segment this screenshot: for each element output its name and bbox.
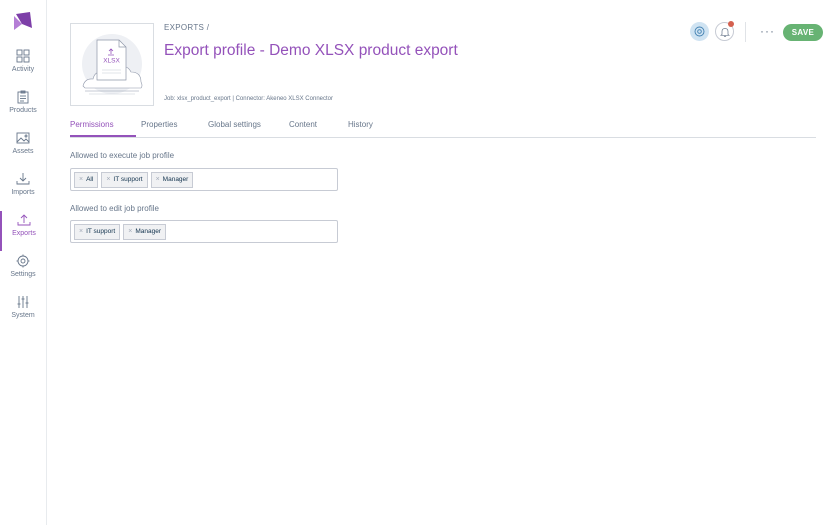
tab-history[interactable]: History — [348, 120, 373, 129]
tab-bar: Permissions Properties Global settings C… — [70, 118, 816, 138]
tab-properties[interactable]: Properties — [141, 120, 177, 129]
clipboard-icon — [17, 90, 29, 104]
role-chip: × Manager — [150, 171, 194, 188]
role-chip: × IT support — [74, 223, 121, 240]
image-icon — [16, 132, 30, 144]
chip-label: IT support — [86, 228, 116, 235]
notification-badge — [728, 21, 734, 27]
sidebar-item-settings[interactable]: Settings — [0, 252, 46, 292]
remove-icon[interactable]: × — [106, 176, 110, 183]
page-title: Export profile - Demo XLSX product expor… — [164, 42, 458, 59]
sidebar-item-label: Activity — [11, 66, 35, 73]
remove-icon[interactable]: × — [79, 176, 83, 183]
tab-global-settings[interactable]: Global settings — [208, 120, 261, 129]
sidebar-item-label: System — [11, 312, 35, 319]
sidebar-item-imports[interactable]: Imports — [0, 170, 46, 210]
remove-icon[interactable]: × — [156, 176, 160, 183]
sliders-icon — [17, 296, 29, 308]
import-icon — [16, 173, 30, 185]
execute-permission-label: Allowed to execute job profile — [70, 151, 175, 160]
sidebar-item-label: Settings — [10, 271, 36, 278]
grid-icon — [16, 49, 30, 63]
chip-label: Manager — [135, 228, 161, 235]
xlsx-file-illustration: XLSX — [82, 34, 143, 95]
export-profile-thumbnail: XLSX — [70, 23, 154, 106]
more-actions-button[interactable]: ··· — [760, 24, 775, 38]
active-tab-indicator — [70, 135, 136, 137]
akeneo-logo[interactable] — [12, 10, 34, 32]
edit-permission-label: Allowed to edit job profile — [70, 204, 159, 213]
help-icon — [694, 26, 705, 37]
role-chip: × IT support — [101, 171, 148, 188]
bell-icon — [719, 27, 730, 37]
export-icon — [17, 214, 31, 226]
tab-permissions[interactable]: Permissions — [70, 120, 114, 129]
sidebar-item-label: Imports — [11, 189, 35, 196]
sidebar-item-label: Exports — [12, 230, 36, 237]
chip-label: Manager — [162, 176, 189, 183]
role-chip: × All — [74, 171, 99, 188]
sidebar-item-assets[interactable]: Assets — [0, 129, 46, 169]
notifications-button[interactable] — [715, 21, 734, 41]
tab-content[interactable]: Content — [289, 120, 317, 129]
job-connector-info: Job: xlsx_product_export | Connector: Ak… — [164, 96, 333, 102]
remove-icon[interactable]: × — [128, 228, 132, 235]
edit-permission-select[interactable]: × IT support × Manager — [70, 220, 338, 243]
sidebar-item-activity[interactable]: Activity — [0, 47, 46, 87]
header-divider — [745, 22, 746, 42]
remove-icon[interactable]: × — [79, 228, 83, 235]
save-button[interactable]: SAVE — [783, 24, 823, 41]
chip-label: IT support — [113, 176, 143, 183]
help-button[interactable] — [690, 22, 709, 41]
role-chip: × Manager — [123, 223, 166, 240]
sidebar-item-products[interactable]: Products — [0, 88, 46, 128]
chip-label: All — [86, 176, 94, 183]
sidebar-item-exports[interactable]: Exports — [0, 211, 46, 251]
sidebar-item-label: Assets — [12, 148, 34, 155]
sidebar-item-label: Products — [9, 107, 37, 114]
gear-icon — [16, 254, 30, 268]
sidebar: Activity Products Assets Imports Exports — [0, 0, 47, 525]
breadcrumb[interactable]: EXPORTS / — [164, 23, 209, 32]
execute-permission-select[interactable]: × All × IT support × Manager — [70, 168, 338, 191]
sidebar-item-system[interactable]: System — [0, 293, 46, 333]
thumbnail-format-label: XLSX — [103, 58, 120, 65]
